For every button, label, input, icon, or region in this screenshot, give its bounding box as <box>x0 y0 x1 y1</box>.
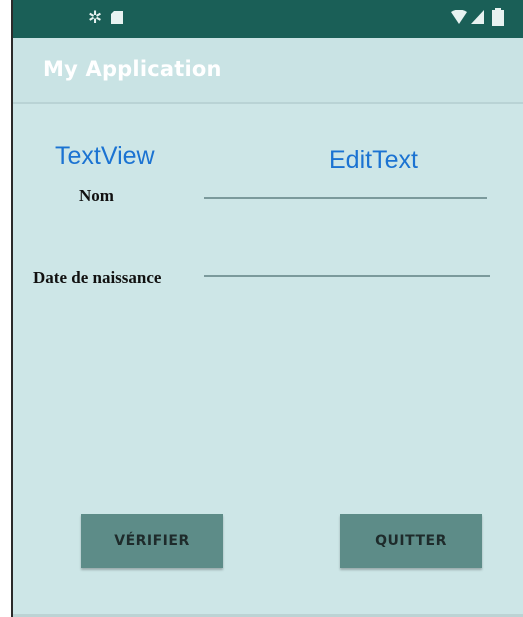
verify-button[interactable]: VÉRIFIER <box>81 514 223 568</box>
name-field[interactable] <box>204 197 487 199</box>
birthdate-label: Date de naissance <box>33 268 162 287</box>
gear-icon: ✲ <box>88 8 103 28</box>
quit-button[interactable]: QUITTER <box>340 514 482 568</box>
sd-card-icon <box>111 11 123 24</box>
app-title: My Application <box>43 57 222 81</box>
battery-icon <box>492 8 504 26</box>
birthdate-field[interactable] <box>204 275 490 277</box>
edittext-annotation: EditText <box>329 146 418 174</box>
status-bar: ✲ <box>13 0 523 38</box>
wifi-icon <box>451 10 467 24</box>
phone-screen: ✲ My Application TextView EditText Nom D… <box>13 0 523 617</box>
name-label: Nom <box>79 186 114 205</box>
device-left-bezel <box>0 0 13 617</box>
textview-annotation: TextView <box>55 142 155 170</box>
signal-icon <box>471 10 484 24</box>
app-bar: My Application <box>13 38 523 104</box>
